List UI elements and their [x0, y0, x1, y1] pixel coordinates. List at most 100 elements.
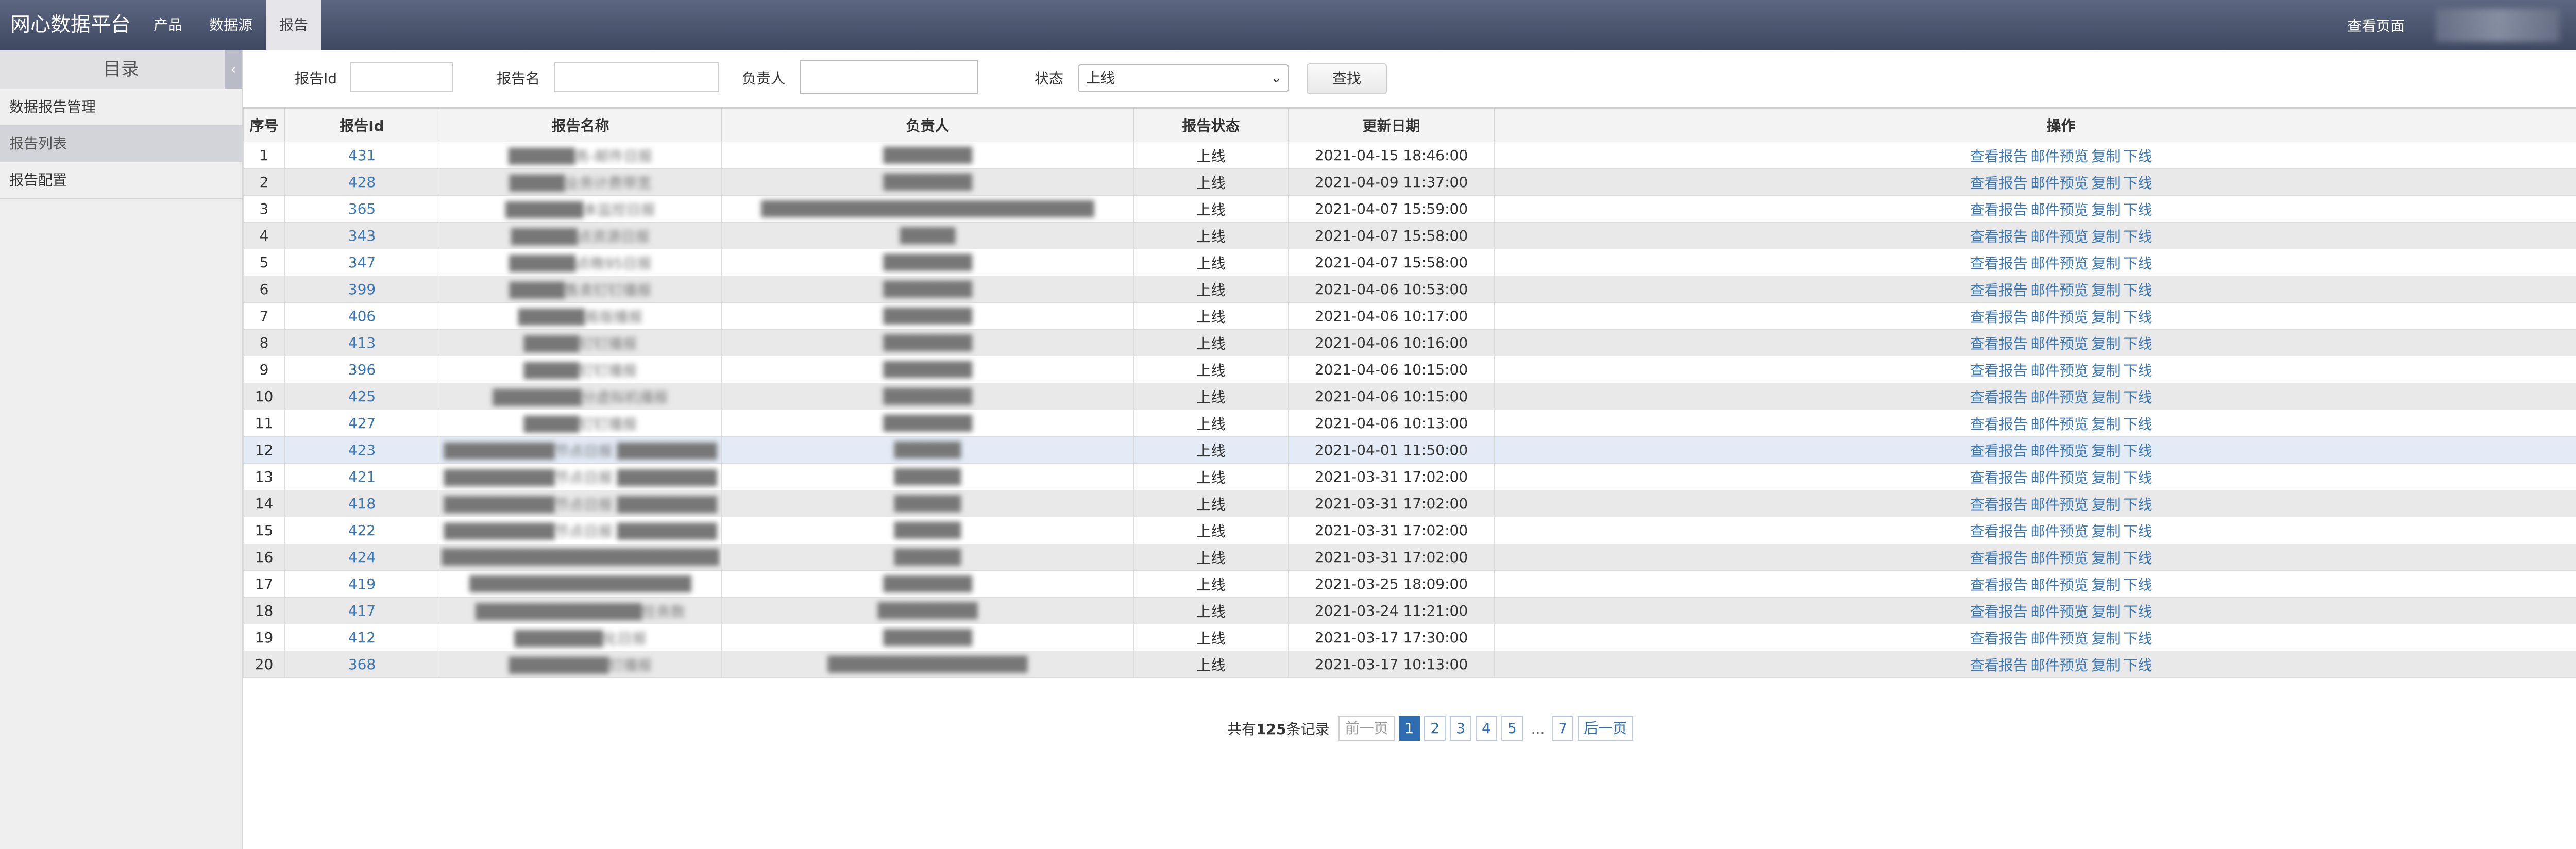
cell-report-id[interactable]: 406 [284, 302, 439, 330]
copy-link[interactable]: 复制 [2092, 282, 2121, 299]
offline-link[interactable]: 下线 [2124, 201, 2153, 218]
report-id-link[interactable]: 413 [348, 334, 376, 351]
view-page-link[interactable]: 查看页面 [2347, 15, 2405, 36]
copy-link[interactable]: 复制 [2092, 309, 2121, 326]
mail-preview-link[interactable]: 邮件预览 [2030, 550, 2088, 567]
copy-link[interactable]: 复制 [2092, 228, 2121, 245]
view-report-link[interactable]: 查看报告 [1970, 550, 2027, 567]
cell-report-id[interactable]: 419 [284, 570, 439, 598]
copy-link[interactable]: 复制 [2092, 469, 2121, 486]
table-row[interactable]: 5 347 ██████点晚95日报 ████████ 上线 2021-04-07 15:… [243, 249, 2576, 276]
mail-preview-link[interactable]: 邮件预览 [2030, 175, 2088, 192]
table-row[interactable]: 17 419 ████████████████████ ████████ 上线 2021-… [243, 570, 2576, 598]
copy-link[interactable]: 复制 [2092, 362, 2121, 379]
cell-report-id[interactable]: 424 [284, 544, 439, 571]
table-row[interactable]: 8 413 █████钉钉播报 ████████ 上线 2021-04-06 10:16:… [243, 329, 2576, 356]
view-report-link[interactable]: 查看报告 [1970, 576, 2027, 593]
report-id-link[interactable]: 431 [348, 147, 376, 164]
mail-preview-link[interactable]: 邮件预览 [2030, 603, 2088, 620]
report-id-link[interactable]: 412 [348, 629, 376, 646]
copy-link[interactable]: 复制 [2092, 255, 2121, 272]
report-id-input[interactable] [350, 62, 453, 92]
cell-report-id[interactable]: 412 [284, 624, 439, 651]
table-row[interactable]: 12 423 ██████████节点日报 █████████ ██████ 上线 202… [243, 436, 2576, 464]
view-report-link[interactable]: 查看报告 [1970, 282, 2027, 299]
mail-preview-link[interactable]: 邮件预览 [2030, 443, 2088, 460]
view-report-link[interactable]: 查看报告 [1970, 657, 2027, 674]
copy-link[interactable]: 复制 [2092, 496, 2121, 513]
cell-report-id[interactable]: 423 [284, 436, 439, 464]
page-button-last[interactable]: 7 [1552, 716, 1574, 741]
table-row[interactable]: 18 417 ███████████████任务数 █████████ 上线 2021-0… [243, 597, 2576, 624]
report-id-link[interactable]: 365 [348, 200, 376, 217]
cell-report-id[interactable]: 417 [284, 597, 439, 624]
offline-link[interactable]: 下线 [2124, 469, 2153, 486]
copy-link[interactable]: 复制 [2092, 201, 2121, 218]
cell-report-id[interactable]: 428 [284, 168, 439, 196]
table-row[interactable]: 3 365 ███████本监控日报 ████████████████████████… [243, 195, 2576, 223]
table-row[interactable]: 1 431 ██████务-邮件日报 ████████ 上线 2021-04-15 18:… [243, 142, 2576, 169]
page-button-1[interactable]: 1 [1398, 716, 1420, 741]
report-name-input[interactable] [554, 62, 719, 92]
prev-page-button[interactable]: 前一页 [1338, 716, 1395, 741]
table-row[interactable]: 6 399 █████售卖钉钉播报 ████████ 上线 2021-04-06 10:5… [243, 276, 2576, 303]
mail-preview-link[interactable]: 邮件预览 [2030, 389, 2088, 406]
table-row[interactable]: 16 424 █████████████████████████ ██████ 上线 20… [243, 544, 2576, 571]
mail-preview-link[interactable]: 邮件预览 [2030, 576, 2088, 593]
mail-preview-link[interactable]: 邮件预览 [2030, 630, 2088, 647]
cell-report-id[interactable]: 418 [284, 490, 439, 517]
offline-link[interactable]: 下线 [2124, 550, 2153, 567]
offline-link[interactable]: 下线 [2124, 389, 2153, 406]
cell-report-id[interactable]: 365 [284, 195, 439, 223]
view-report-link[interactable]: 查看报告 [1970, 335, 2027, 352]
copy-link[interactable]: 复制 [2092, 630, 2121, 647]
copy-link[interactable]: 复制 [2092, 443, 2121, 460]
offline-link[interactable]: 下线 [2124, 657, 2153, 674]
view-report-link[interactable]: 查看报告 [1970, 469, 2027, 486]
view-report-link[interactable]: 查看报告 [1970, 255, 2027, 272]
report-id-link[interactable]: 423 [348, 442, 376, 459]
offline-link[interactable]: 下线 [2124, 309, 2153, 326]
report-id-link[interactable]: 347 [348, 254, 376, 271]
offline-link[interactable]: 下线 [2124, 576, 2153, 593]
collapse-sidebar-icon[interactable]: ‹ [225, 50, 242, 89]
table-row[interactable]: 14 418 ██████████节点日报 █████████ ██████ 上线 202… [243, 490, 2576, 517]
report-id-link[interactable]: 428 [348, 174, 376, 191]
table-row[interactable]: 20 368 █████████钉播报 ██████████████████ 上线 202… [243, 651, 2576, 678]
mail-preview-link[interactable]: 邮件预览 [2030, 309, 2088, 326]
mail-preview-link[interactable]: 邮件预览 [2030, 416, 2088, 433]
app-brand[interactable]: 网心数据平台 [10, 0, 131, 50]
offline-link[interactable]: 下线 [2124, 148, 2153, 165]
search-button[interactable]: 查找 [1307, 63, 1387, 94]
mail-preview-link[interactable]: 邮件预览 [2030, 201, 2088, 218]
report-id-link[interactable]: 343 [348, 227, 376, 244]
copy-link[interactable]: 复制 [2092, 389, 2121, 406]
offline-link[interactable]: 下线 [2124, 630, 2153, 647]
view-report-link[interactable]: 查看报告 [1970, 523, 2027, 540]
view-report-link[interactable]: 查看报告 [1970, 416, 2027, 433]
offline-link[interactable]: 下线 [2124, 255, 2153, 272]
mail-preview-link[interactable]: 邮件预览 [2030, 282, 2088, 299]
cell-report-id[interactable]: 427 [284, 410, 439, 437]
copy-link[interactable]: 复制 [2092, 657, 2121, 674]
nav-item-report[interactable]: 报告 [266, 0, 322, 50]
sidebar-item-report-config[interactable]: 报告配置 [0, 162, 242, 199]
mail-preview-link[interactable]: 邮件预览 [2030, 335, 2088, 352]
view-report-link[interactable]: 查看报告 [1970, 630, 2027, 647]
report-id-link[interactable]: 421 [348, 468, 376, 485]
view-report-link[interactable]: 查看报告 [1970, 201, 2027, 218]
mail-preview-link[interactable]: 邮件预览 [2030, 469, 2088, 486]
report-id-link[interactable]: 424 [348, 549, 376, 566]
mail-preview-link[interactable]: 邮件预览 [2030, 657, 2088, 674]
mail-preview-link[interactable]: 邮件预览 [2030, 362, 2088, 379]
view-report-link[interactable]: 查看报告 [1970, 309, 2027, 326]
page-button-5[interactable]: 5 [1501, 716, 1523, 741]
report-id-link[interactable]: 417 [348, 602, 376, 619]
report-id-link[interactable]: 406 [348, 308, 376, 325]
view-report-link[interactable]: 查看报告 [1970, 603, 2027, 620]
cell-report-id[interactable]: 343 [284, 222, 439, 249]
table-row[interactable]: 11 427 █████钉钉播报 ████████ 上线 2021-04-06 10:13… [243, 410, 2576, 437]
view-report-link[interactable]: 查看报告 [1970, 175, 2027, 192]
owner-input[interactable] [800, 60, 978, 94]
nav-item-product[interactable]: 产品 [140, 0, 196, 50]
